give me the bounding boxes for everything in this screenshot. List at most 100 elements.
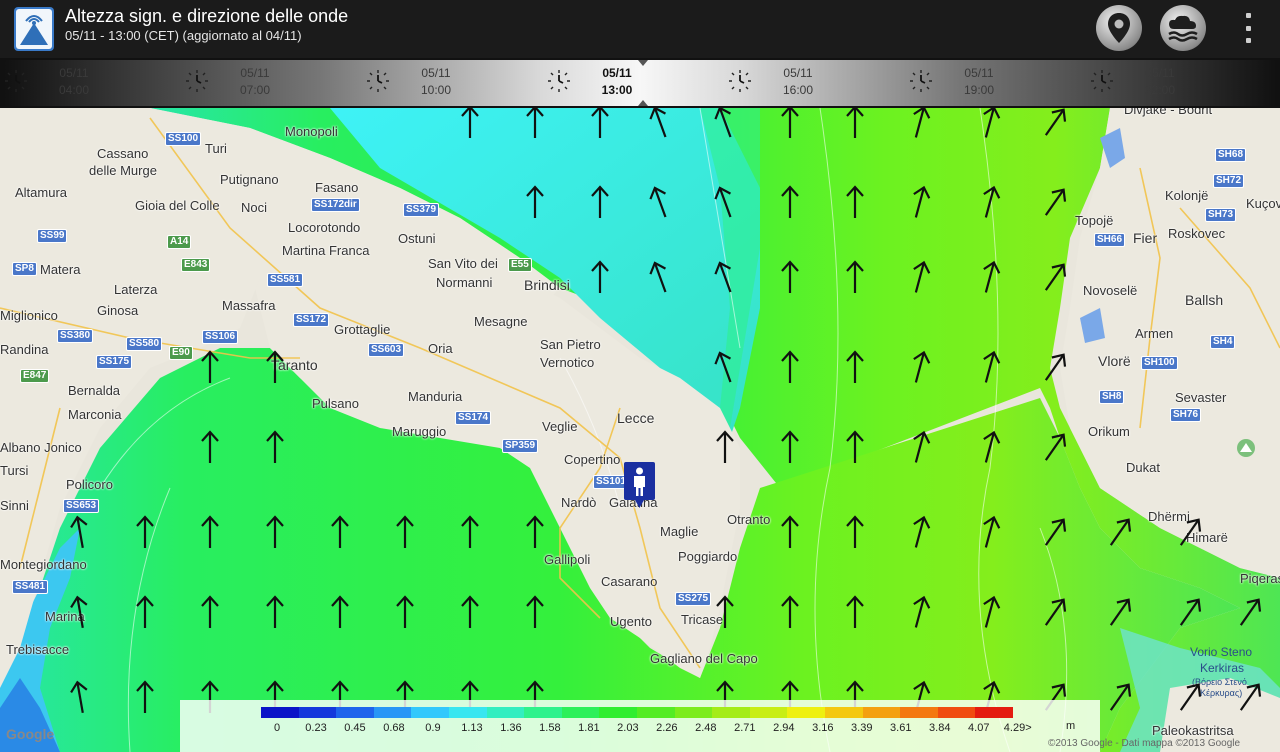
- place-label: Gioia del Colle: [135, 198, 220, 213]
- wave-arrow: [201, 595, 219, 628]
- road-shield: E55: [508, 258, 532, 272]
- mountain-icon: [1237, 439, 1255, 457]
- wave-arrow: [526, 108, 544, 138]
- legend-color-swatch: [937, 707, 976, 718]
- place-label: Putignano: [220, 172, 279, 187]
- place-label: Nardò: [561, 495, 597, 510]
- road-shield: SH73: [1205, 208, 1237, 222]
- wave-arrow: [846, 430, 864, 463]
- road-shield: SS481: [12, 580, 49, 594]
- legend-color-swatch: [261, 707, 299, 718]
- legend-value: 3.16: [812, 722, 834, 734]
- legend-value: 2.03: [617, 722, 639, 734]
- road-shield: SS380: [57, 329, 94, 343]
- place-label: San Pietro: [540, 337, 601, 352]
- wave-arrow: [70, 595, 88, 628]
- place-label: Noci: [241, 200, 268, 215]
- place-label: Armen: [1135, 326, 1174, 341]
- wave-arrow: [714, 261, 732, 293]
- place-label: Miglionico: [0, 308, 58, 323]
- wave-arrow: [846, 185, 864, 218]
- timeline-date: 05/11: [421, 66, 451, 80]
- wave-arrow: [1044, 188, 1067, 216]
- wave-arrow: [461, 515, 479, 548]
- place-label: Gagliano del Capo: [650, 651, 758, 666]
- legend-color-swatch: [448, 707, 487, 718]
- user-location-marker[interactable]: [624, 462, 655, 508]
- timeline-date: 05/11: [1145, 66, 1175, 80]
- road-shield: E90: [169, 346, 193, 360]
- time-slider[interactable]: 05/11 04:00 05/11 07:00 05/11 10:00 05/11 13:00…: [0, 58, 1280, 108]
- wave-arrow: [846, 350, 864, 383]
- wave-arrow: [983, 515, 1001, 548]
- legend-color-swatch: [561, 707, 600, 718]
- map-attribution[interactable]: ©2013 Google - Dati mappa ©2013 Google: [1048, 738, 1240, 749]
- road-shield: SS106: [202, 330, 239, 344]
- place-label: Locorotondo: [288, 220, 361, 235]
- wave-arrow: [716, 595, 734, 628]
- road-shield: SS100: [165, 132, 202, 146]
- wave-arrow: [396, 595, 414, 628]
- legend-value: 0: [273, 722, 281, 734]
- place-label: Maglie: [660, 524, 699, 539]
- wave-arrow: [714, 351, 732, 383]
- place-label: Ugento: [610, 614, 652, 629]
- legend-value: 4.29>: [1003, 722, 1032, 734]
- wave-arrow: [136, 515, 154, 548]
- wave-arrow: [136, 680, 154, 713]
- wave-arrow: [781, 350, 799, 383]
- place-label: delle Murge: [89, 163, 157, 178]
- wave-arrow: [913, 430, 931, 463]
- place-label: Brindisi: [524, 277, 570, 293]
- wave-arrow: [714, 186, 732, 218]
- weather-layer-button[interactable]: [1160, 5, 1206, 51]
- timeline-time: 04:00: [58, 83, 90, 97]
- clock-icon: [548, 70, 570, 92]
- road-shield: SS581: [267, 273, 304, 287]
- wave-arrow: [1044, 433, 1067, 461]
- location-button[interactable]: [1096, 5, 1142, 51]
- place-label: Montegiordano: [0, 557, 87, 572]
- place-label: Otranto: [727, 512, 771, 527]
- place-label: Tursi: [0, 463, 29, 478]
- place-label: Martina Franca: [282, 243, 370, 258]
- legend-color-swatch: [599, 707, 637, 718]
- page-title: Altezza sign. e direzione delle onde: [65, 6, 349, 26]
- legend-unit: m: [1066, 720, 1076, 732]
- wave-arrow: [913, 260, 931, 293]
- legend-value: 2.94: [773, 722, 795, 734]
- place-label: Marconia: [68, 407, 122, 422]
- wave-arrow: [1109, 518, 1132, 546]
- app-logo-icon[interactable]: [14, 7, 54, 51]
- wave-map[interactable]: Monopoli Cassano delle Murge Turi Putign…: [0, 108, 1280, 752]
- wave-arrow: [913, 350, 931, 383]
- timeline-date: 05/11: [783, 66, 813, 80]
- legend-value: 0.45: [344, 722, 366, 734]
- clock-icon: [910, 70, 932, 92]
- road-shield: SH66: [1094, 233, 1126, 247]
- place-label: Gallipoli: [544, 552, 591, 567]
- wave-arrow: [913, 595, 931, 628]
- place-label: Altamura: [15, 185, 68, 200]
- legend-color-swatch: [373, 707, 412, 718]
- wave-arrow: [1239, 683, 1262, 711]
- sea-label: Vorio Steno: [1190, 645, 1253, 659]
- wave-arrow: [526, 515, 544, 548]
- wave-arrow: [1239, 598, 1262, 626]
- overflow-menu-icon[interactable]: [1236, 13, 1260, 43]
- wave-arrow: [1179, 683, 1202, 711]
- wave-arrow: [714, 108, 732, 138]
- place-label: Fier: [1133, 230, 1158, 246]
- road-shield: SS174: [455, 411, 492, 425]
- place-label: Poggiardo: [678, 549, 738, 564]
- wave-arrow: [913, 515, 931, 548]
- road-shield: SS175: [96, 355, 133, 369]
- legend-color-swatch: [862, 707, 901, 718]
- time-slider-track[interactable]: 05/11 04:00 05/11 07:00 05/11 10:00 05/11 13:00…: [4, 60, 1276, 106]
- legend-value: 3.61: [890, 722, 912, 734]
- road-shield: SH68: [1215, 148, 1247, 162]
- place-label: Novoselë: [1083, 283, 1138, 298]
- place-label: Orikum: [1088, 424, 1130, 439]
- wave-arrow: [591, 185, 609, 218]
- legend-value: 1.36: [500, 722, 522, 734]
